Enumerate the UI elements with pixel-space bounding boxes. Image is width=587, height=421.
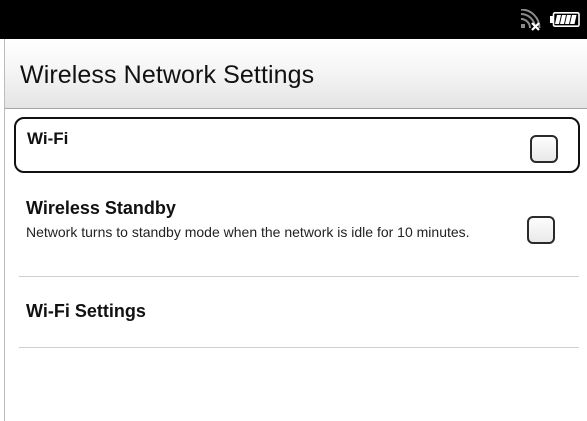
wifi-off-icon [520,9,541,31]
settings-list: Wi-Fi Wireless Standby Network turns to … [4,109,587,421]
status-bar [0,0,587,39]
page-title: Wireless Network Settings [20,61,315,89]
wifi-checkbox[interactable] [530,135,558,163]
wifi-settings-item[interactable]: Wi-Fi Settings [19,277,579,348]
wifi-toggle-row[interactable]: Wi-Fi [14,117,580,173]
device-screen: Wireless Network Settings Wi-Fi Wireless… [0,0,587,421]
wireless-standby-row[interactable]: Wireless Standby Network turns to standb… [19,185,579,277]
wireless-standby-checkbox[interactable] [527,216,555,244]
wifi-label: Wi-Fi [27,129,69,148]
title-bar: Wireless Network Settings [4,39,587,109]
wifi-settings-label: Wi-Fi Settings [26,301,146,321]
wireless-standby-description: Network turns to standby mode when the n… [26,224,470,240]
battery-icon [550,12,580,27]
wireless-standby-label: Wireless Standby [26,198,176,218]
